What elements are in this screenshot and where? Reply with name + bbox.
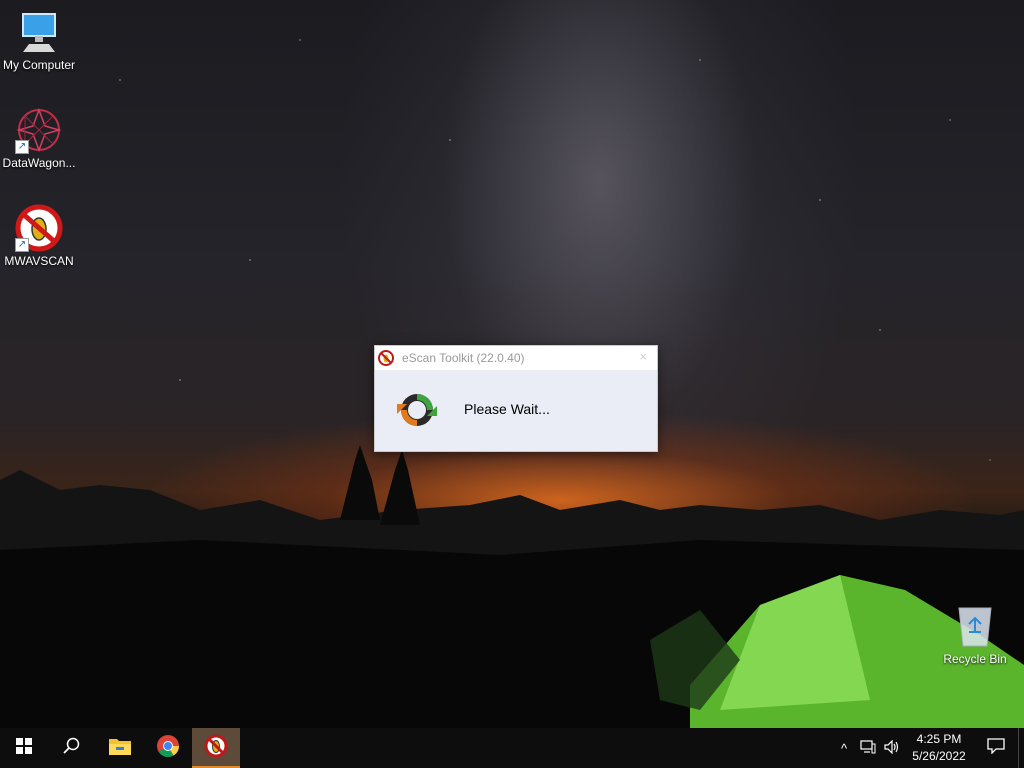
search-button[interactable] xyxy=(48,728,96,768)
search-icon xyxy=(63,737,81,760)
desktop-icon-label: Recycle Bin xyxy=(943,652,1007,666)
volume-button[interactable] xyxy=(880,728,904,768)
escan-app-icon xyxy=(378,350,394,366)
desktop-icon-label: MWAVSCAN xyxy=(4,254,74,268)
desktop-icon-my-computer[interactable]: My Computer xyxy=(0,8,81,72)
escan-icon xyxy=(204,734,228,763)
shortcut-arrow-icon: ↗ xyxy=(15,238,29,252)
chrome-button[interactable] xyxy=(144,728,192,768)
escan-taskbar-button[interactable] xyxy=(192,728,240,768)
show-desktop-button[interactable] xyxy=(1018,728,1024,768)
datawagon-icon: ↗ xyxy=(15,106,63,154)
computer-icon xyxy=(15,8,63,56)
dialog-titlebar[interactable]: eScan Toolkit (22.0.40) × xyxy=(375,346,657,370)
desktop-icon-label: My Computer xyxy=(2,58,76,72)
show-hidden-icons-button[interactable]: ^ xyxy=(832,728,856,768)
clock-date: 5/26/2022 xyxy=(912,749,966,763)
volume-icon xyxy=(884,739,900,757)
wallpaper-landscape xyxy=(0,445,1024,730)
desktop-icon-datawagon[interactable]: ↗ DataWagon... xyxy=(0,106,81,170)
chevron-up-icon: ^ xyxy=(840,740,848,756)
shortcut-arrow-icon: ↗ xyxy=(15,140,29,154)
recycle-bin-icon xyxy=(951,602,999,650)
dialog-title: eScan Toolkit (22.0.40) xyxy=(402,351,525,365)
loading-spinner-icon xyxy=(397,390,437,430)
chrome-icon xyxy=(156,734,180,763)
clock-button[interactable]: 4:25 PM 5/26/2022 xyxy=(904,731,974,765)
start-icon xyxy=(16,737,32,759)
taskbar: ^ 4:25 PM 5/26/2022 xyxy=(0,728,1024,768)
file-explorer-icon xyxy=(108,736,132,761)
file-explorer-button[interactable] xyxy=(96,728,144,768)
action-center-button[interactable] xyxy=(974,728,1018,768)
clock-time: 4:25 PM xyxy=(916,732,962,746)
notification-icon xyxy=(987,737,1005,759)
start-button[interactable] xyxy=(0,728,48,768)
dialog-body: Please Wait... xyxy=(375,370,657,450)
network-button[interactable] xyxy=(856,728,880,768)
system-tray: ^ 4:25 PM 5/26/2022 xyxy=(832,728,1024,768)
dialog-close-button[interactable]: × xyxy=(639,349,647,364)
network-icon xyxy=(860,739,876,757)
escan-toolkit-dialog: eScan Toolkit (22.0.40) × Please Wait... xyxy=(374,345,658,452)
desktop-icon-label: DataWagon... xyxy=(2,156,76,170)
desktop-icon-mwavscan[interactable]: ↗ MWAVSCAN xyxy=(0,204,81,268)
desktop-icon-recycle-bin[interactable]: Recycle Bin xyxy=(933,602,1017,666)
please-wait-message: Please Wait... xyxy=(464,401,550,417)
mwavscan-icon: ↗ xyxy=(15,204,63,252)
